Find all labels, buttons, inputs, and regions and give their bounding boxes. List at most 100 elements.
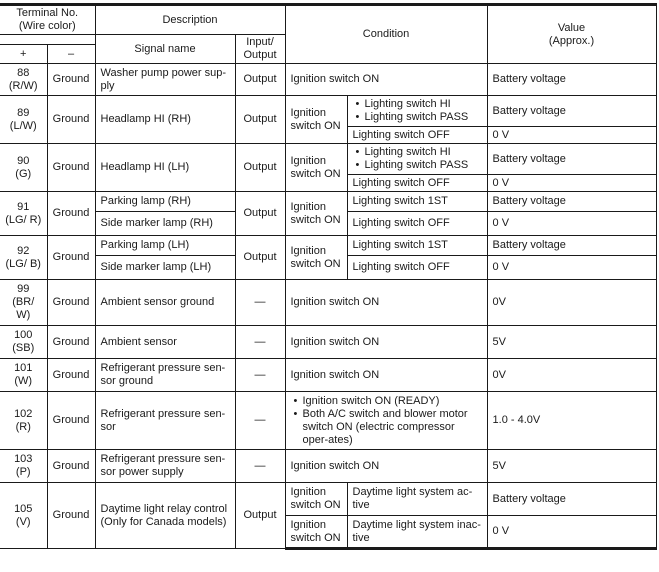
- terminal-cell: 99 (BR/ W): [0, 279, 48, 326]
- header-condition: Condition: [284, 3, 488, 64]
- value-cell: Battery voltage: [486, 191, 657, 212]
- signal-name-cell: Side marker lamp (RH): [95, 211, 236, 236]
- condition-sub-cell: Lighting switch OFF: [346, 255, 488, 280]
- value-cell: 5V: [486, 325, 657, 359]
- io-cell: —: [234, 391, 286, 450]
- ground-cell: Ground: [46, 358, 96, 392]
- header-value: Value (Approx.): [486, 3, 657, 64]
- io-cell: Output: [234, 191, 286, 236]
- ground-cell: Ground: [46, 449, 96, 483]
- signal-name-cell: Headlamp HI (LH): [94, 143, 236, 192]
- table-row: 99 (BR/ W) Ground Ambient sensor ground —…: [0, 279, 657, 326]
- value-cell: 1.0 - 4.0V: [486, 391, 657, 450]
- io-cell: Output: [234, 143, 286, 192]
- table-row: 91 (LG/ R) Ground Parking lamp (RH) Outpu…: [0, 191, 657, 236]
- condition-sub-cell: Lighting switch 1ST: [346, 235, 488, 256]
- value-cell: Battery voltage: [486, 95, 657, 127]
- condition-sub-cell: Lighting switch HILighting switch PASS: [346, 143, 488, 175]
- value-cell: 5V: [486, 449, 657, 483]
- condition-main-cell: Ignition switch ON: [284, 95, 348, 144]
- io-cell: —: [234, 279, 286, 326]
- condition-main-cell: Ignition switch ON: [284, 235, 348, 280]
- signal-name-cell: Daytime light relay control (Only for Ca…: [94, 482, 236, 549]
- signal-name-cell: Ambient sensor: [94, 325, 236, 359]
- header-description: Description: [94, 3, 286, 35]
- terminal-cell: 100 (SB): [0, 325, 48, 359]
- condition-main-cell: Ignition switch ON: [284, 143, 348, 192]
- condition-sub-cell: Lighting switch HILighting switch PASS: [346, 95, 488, 127]
- io-cell: —: [234, 449, 286, 483]
- ground-cell: Ground: [46, 391, 96, 450]
- ground-cell: Ground: [46, 63, 96, 96]
- io-cell: Output: [234, 63, 286, 96]
- io-cell: Output: [234, 235, 286, 280]
- condition-sub-cell: Lighting switch OFF: [346, 211, 488, 236]
- value-cell: 0V: [486, 279, 657, 326]
- header-terminal-no: Terminal No. (Wire color): [0, 3, 96, 35]
- header-minus: –: [46, 44, 96, 64]
- condition-cell: Ignition switch ON: [284, 358, 488, 392]
- signal-name-cell: Side marker lamp (LH): [95, 255, 236, 280]
- header-plus: +: [0, 44, 48, 64]
- value-cell: 0 V: [486, 255, 657, 280]
- condition-main-cell: Ignition switch ON: [284, 482, 348, 516]
- condition-sub-cell: Lighting switch OFF: [347, 174, 488, 192]
- condition-cell: Ignition switch ON: [284, 279, 488, 326]
- value-cell: Battery voltage: [486, 143, 657, 175]
- value-cell: 0 V: [486, 174, 657, 192]
- ground-cell: Ground: [46, 279, 96, 326]
- signal-name-cell: Parking lamp (RH): [94, 191, 236, 212]
- value-cell: Battery voltage: [486, 482, 657, 516]
- terminal-cell: 92 (LG/ B): [0, 235, 48, 280]
- terminal-cell: 88 (R/W): [0, 63, 48, 96]
- terminal-signal-table: Terminal No. (Wire color) Description Con…: [0, 3, 657, 550]
- condition-main-cell: Ignition switch ON: [284, 191, 348, 236]
- signal-name-cell: Refrigerant pressure sen-sor power suppl…: [94, 449, 236, 483]
- terminal-cell: 103 (P): [0, 449, 48, 483]
- header-signal-name: Signal name: [94, 34, 236, 64]
- value-cell: 0 V: [486, 211, 657, 236]
- signal-name-cell: Headlamp HI (RH): [94, 95, 236, 144]
- signal-name-cell: Refrigerant pressure sen-sor ground: [94, 358, 236, 392]
- terminal-cell: 91 (LG/ R): [0, 191, 48, 236]
- condition-sub-cell: Daytime light system ac-tive: [346, 482, 488, 516]
- value-cell: 0 V: [486, 515, 657, 550]
- terminal-cell: 102 (R): [0, 391, 48, 450]
- condition-cell: Ignition switch ON (READY)Both A/C switc…: [284, 391, 488, 450]
- condition-sub-cell: Daytime light system inac-tive: [346, 515, 488, 550]
- ground-cell: Ground: [46, 235, 96, 280]
- value-cell: Battery voltage: [486, 63, 657, 96]
- io-cell: —: [234, 325, 286, 359]
- table-row: 105 (V) Ground Daytime light relay contro…: [0, 482, 657, 549]
- table-row: 89 (L/W) Ground Headlamp HI (RH) Output I…: [0, 95, 657, 144]
- signal-name-cell: Washer pump power sup-ply: [94, 63, 236, 96]
- condition-cell: Ignition switch ON: [284, 63, 488, 96]
- table-row: 101 (W) Ground Refrigerant pressure sen-s…: [0, 358, 657, 392]
- ground-cell: Ground: [46, 191, 96, 236]
- table-row: 88 (R/W) Ground Washer pump power sup-ply…: [0, 63, 657, 96]
- signal-name-cell: Parking lamp (LH): [94, 235, 236, 256]
- table-row: 103 (P) Ground Refrigerant pressure sen-s…: [0, 449, 657, 483]
- header-input-output: Input/ Output: [234, 34, 286, 64]
- table-row: 100 (SB) Ground Ambient sensor — Ignition…: [0, 325, 657, 359]
- ground-cell: Ground: [46, 325, 96, 359]
- io-cell: Output: [234, 482, 286, 549]
- terminal-cell: 90 (G): [0, 143, 48, 192]
- value-cell: Battery voltage: [486, 235, 657, 256]
- value-cell: 0V: [486, 358, 657, 392]
- condition-cell: Ignition switch ON: [284, 325, 488, 359]
- terminal-cell: 89 (L/W): [0, 95, 48, 144]
- table-row: 92 (LG/ B) Ground Parking lamp (LH) Outpu…: [0, 235, 657, 280]
- ground-cell: Ground: [46, 143, 96, 192]
- table-row: 90 (G) Ground Headlamp HI (LH) Output Ign…: [0, 143, 657, 192]
- terminal-cell: 101 (W): [0, 358, 48, 392]
- io-cell: Output: [234, 95, 286, 144]
- table-row: 102 (R) Ground Refrigerant pressure sen-s…: [0, 391, 657, 450]
- signal-name-cell: Refrigerant pressure sen-sor: [94, 391, 236, 450]
- signal-name-cell: Ambient sensor ground: [94, 279, 236, 326]
- ground-cell: Ground: [46, 95, 96, 144]
- condition-main-cell: Ignition switch ON: [285, 515, 348, 550]
- condition-sub-cell: Lighting switch OFF: [347, 126, 488, 144]
- value-cell: 0 V: [486, 126, 657, 144]
- io-cell: —: [234, 358, 286, 392]
